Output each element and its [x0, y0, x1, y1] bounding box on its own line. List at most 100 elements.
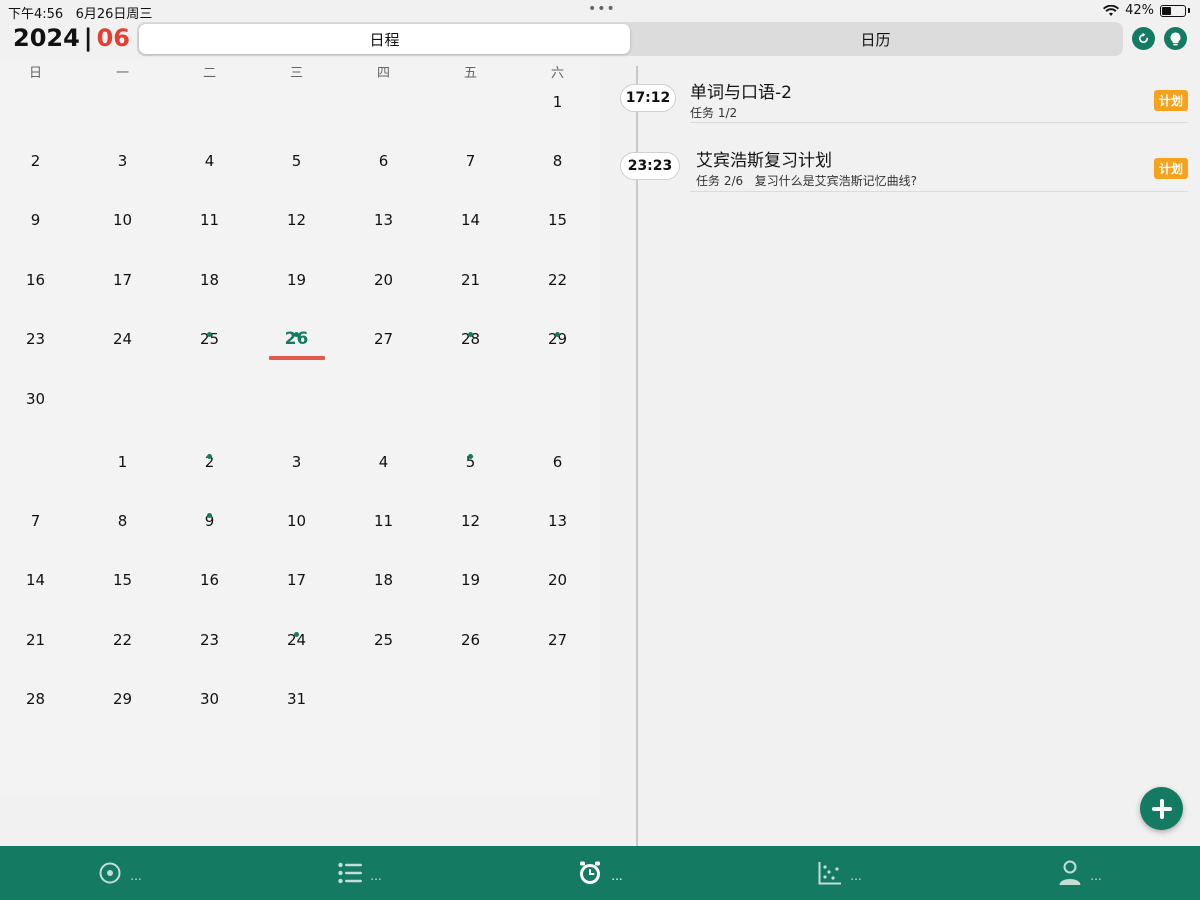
scatter-chart-icon: [818, 862, 842, 885]
day-cell[interactable]: 5: [427, 432, 514, 491]
day-number: 16: [25, 270, 46, 289]
day-cell[interactable]: 24: [79, 310, 166, 369]
day-number: 30: [25, 389, 46, 408]
day-cell[interactable]: 13: [340, 191, 427, 250]
day-cell[interactable]: 15: [79, 551, 166, 610]
nav-label: ...: [1090, 869, 1102, 883]
day-cell[interactable]: 26: [253, 310, 340, 369]
day-cell[interactable]: 30: [0, 369, 79, 428]
day-cell[interactable]: 10: [79, 191, 166, 250]
nav-tab-stats[interactable]: ...: [720, 846, 960, 900]
day-cell[interactable]: 25: [340, 610, 427, 669]
day-cell[interactable]: 16: [0, 250, 79, 309]
day-cell[interactable]: 14: [427, 191, 514, 250]
list-icon: [338, 862, 363, 884]
day-cell[interactable]: 7: [0, 491, 79, 550]
day-cell[interactable]: 16: [166, 551, 253, 610]
status-date: 6月26日周三: [75, 7, 153, 22]
day-cell[interactable]: 20: [340, 250, 427, 309]
tab-schedule[interactable]: 日程: [139, 24, 630, 54]
day-number: 4: [204, 152, 215, 171]
day-cell[interactable]: 27: [340, 310, 427, 369]
day-cell[interactable]: 2: [166, 432, 253, 491]
day-number: 23: [25, 330, 46, 349]
day-cell[interactable]: 20: [514, 551, 601, 610]
day-cell[interactable]: 6: [340, 131, 427, 190]
year-month-title[interactable]: 2024 | 06: [13, 24, 130, 52]
nav-tab-list[interactable]: ...: [240, 846, 480, 900]
day-cell[interactable]: 26: [427, 610, 514, 669]
battery-icon: [1160, 4, 1186, 17]
day-cell[interactable]: 14: [0, 551, 79, 610]
refresh-button[interactable]: [1132, 27, 1155, 50]
day-cell[interactable]: 11: [340, 491, 427, 550]
day-cell[interactable]: 30: [166, 670, 253, 729]
day-cell[interactable]: 3: [253, 432, 340, 491]
day-cell[interactable]: 18: [166, 250, 253, 309]
day-cell[interactable]: 8: [514, 131, 601, 190]
day-number: 25: [373, 630, 394, 649]
day-cell[interactable]: 4: [340, 432, 427, 491]
idea-button[interactable]: [1164, 27, 1187, 50]
day-number: 23: [199, 630, 220, 649]
day-cell[interactable]: 25: [166, 310, 253, 369]
day-number: 20: [547, 571, 568, 590]
day-cell[interactable]: 7: [427, 131, 514, 190]
day-cell[interactable]: 22: [79, 610, 166, 669]
schedule-item[interactable]: 17:12 单词与口语-2 任务 1/2 计划: [620, 70, 1188, 140]
day-cell[interactable]: 31: [253, 670, 340, 729]
day-cell[interactable]: 1: [79, 432, 166, 491]
day-cell[interactable]: 29: [514, 310, 601, 369]
day-cell[interactable]: 15: [514, 191, 601, 250]
day-cell-empty: [340, 72, 427, 131]
day-cell[interactable]: 28: [0, 670, 79, 729]
day-cell[interactable]: 1: [514, 72, 601, 131]
day-cell[interactable]: 28: [427, 310, 514, 369]
day-cell[interactable]: 23: [0, 310, 79, 369]
day-cell[interactable]: 17: [79, 250, 166, 309]
day-cell[interactable]: 6: [514, 432, 601, 491]
day-cell[interactable]: 17: [253, 551, 340, 610]
battery-fill: [1162, 6, 1171, 15]
day-number: 12: [286, 211, 307, 230]
status-bar: 下午4:56 6月26日周三 ••• 42%: [0, 0, 1200, 22]
schedule-tag: 计划: [1153, 158, 1188, 179]
day-cell[interactable]: 9: [166, 491, 253, 550]
nav-tab-focus[interactable]: ...: [0, 846, 240, 900]
month-grid-july: 1 2 3 4 5 6 7 8 9 10 11 12 13 14 15 16 17 18 19 20 21 22 23 24 2…: [0, 432, 601, 729]
multitasking-dots-icon[interactable]: •••: [588, 1, 616, 17]
day-cell[interactable]: 29: [79, 670, 166, 729]
day-cell[interactable]: 13: [514, 491, 601, 550]
schedule-item[interactable]: 23:23 艾宾浩斯复习计划 任务 2/6 复习什么是艾宾浩斯记忆曲线? 计划: [620, 138, 1188, 208]
day-cell[interactable]: 24: [253, 610, 340, 669]
day-cell[interactable]: 19: [427, 551, 514, 610]
day-cell[interactable]: 11: [166, 191, 253, 250]
day-cell[interactable]: 9: [0, 191, 79, 250]
tab-calendar[interactable]: 日历: [630, 24, 1121, 54]
year-label: 2024: [13, 24, 80, 52]
day-cell[interactable]: 8: [79, 491, 166, 550]
day-number: 18: [373, 571, 394, 590]
event-dot: [468, 454, 473, 459]
day-cell[interactable]: 21: [427, 250, 514, 309]
day-cell[interactable]: 3: [79, 131, 166, 190]
add-schedule-button[interactable]: [1140, 787, 1183, 830]
day-cell[interactable]: 22: [514, 250, 601, 309]
month-calendar: 日一二三四五六 1 2 3 4 5 6 7 8 9 10 11 12 13 14 15 16 17 18 19 20 2…: [0, 60, 600, 796]
day-cell[interactable]: 2: [0, 131, 79, 190]
day-number: 11: [199, 211, 220, 230]
day-cell[interactable]: 10: [253, 491, 340, 550]
day-cell[interactable]: 18: [340, 551, 427, 610]
day-cell[interactable]: 4: [166, 131, 253, 190]
day-number: 3: [291, 452, 302, 471]
nav-tab-profile[interactable]: ...: [960, 846, 1200, 900]
day-cell[interactable]: 27: [514, 610, 601, 669]
day-number: 15: [547, 211, 568, 230]
day-cell[interactable]: 12: [253, 191, 340, 250]
day-cell[interactable]: 23: [166, 610, 253, 669]
day-cell[interactable]: 21: [0, 610, 79, 669]
day-cell[interactable]: 19: [253, 250, 340, 309]
day-cell[interactable]: 5: [253, 131, 340, 190]
day-cell[interactable]: 12: [427, 491, 514, 550]
nav-tab-schedule[interactable]: ...: [480, 846, 720, 900]
